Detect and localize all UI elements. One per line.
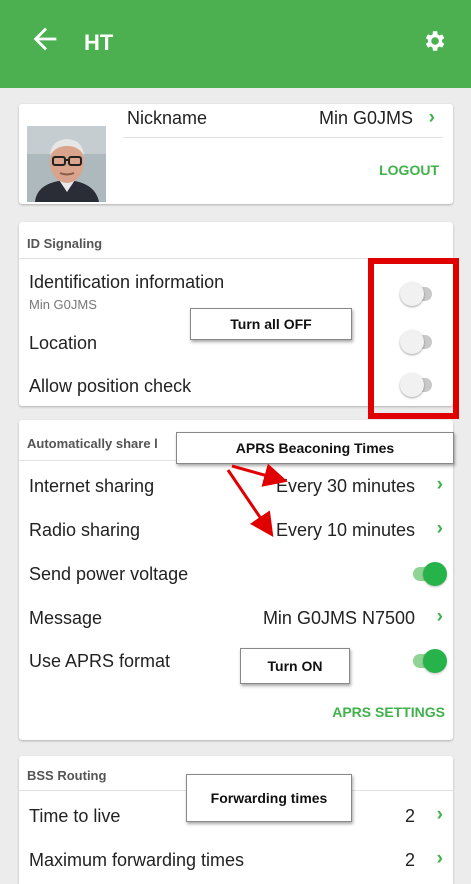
- location-label: Location: [29, 333, 98, 353]
- aprs-format-switch[interactable]: [411, 649, 447, 673]
- power-voltage-label: Send power voltage: [29, 564, 189, 584]
- back-arrow-icon[interactable]: [28, 22, 62, 56]
- chevron-right-icon[interactable]: ›: [437, 804, 443, 826]
- section-header-id-signaling: ID Signaling: [27, 236, 103, 251]
- page-title: HT: [84, 30, 114, 55]
- annotation-turn-all-off: Turn all OFF: [190, 308, 352, 340]
- message-label: Message: [29, 608, 103, 628]
- app-bar: HT: [0, 0, 471, 88]
- max-forwarding-value[interactable]: 2: [405, 850, 415, 871]
- max-forwarding-label: Maximum forwarding times: [29, 850, 245, 870]
- chevron-right-icon[interactable]: ›: [437, 518, 443, 540]
- chevron-right-icon[interactable]: ›: [437, 606, 443, 628]
- auto-share-card: Automatically share l Internet sharing E…: [19, 420, 453, 740]
- nickname-value[interactable]: Min G0JMS: [319, 108, 413, 129]
- avatar: [27, 126, 106, 202]
- chevron-right-icon[interactable]: ›: [437, 474, 443, 496]
- annotation-forwarding-times: Forwarding times: [186, 774, 352, 822]
- annotation-red-box: [368, 258, 459, 419]
- power-voltage-switch[interactable]: [411, 562, 447, 586]
- logout-button[interactable]: LOGOUT: [379, 162, 439, 178]
- aprs-format-label: Use APRS format: [29, 651, 171, 671]
- chevron-right-icon[interactable]: ›: [437, 848, 443, 870]
- internet-sharing-value[interactable]: Every 30 minutes: [276, 476, 415, 497]
- position-check-label: Allow position check: [29, 376, 192, 396]
- annotation-turn-on: Turn ON: [240, 648, 350, 684]
- radio-sharing-label: Radio sharing: [29, 520, 141, 540]
- time-to-live-value[interactable]: 2: [405, 806, 415, 827]
- nickname-label: Nickname: [127, 108, 208, 128]
- divider: [123, 137, 443, 138]
- radio-sharing-value[interactable]: Every 10 minutes: [276, 520, 415, 541]
- identification-label: Identification information: [29, 272, 225, 292]
- time-to-live-label: Time to live: [29, 806, 121, 826]
- internet-sharing-label: Internet sharing: [29, 476, 155, 496]
- annotation-aprs-times: APRS Beaconing Times: [176, 432, 454, 464]
- aprs-settings-button[interactable]: APRS SETTINGS: [332, 704, 445, 720]
- section-header-bss-routing: BSS Routing: [27, 768, 107, 783]
- chevron-right-icon[interactable]: ›: [429, 107, 435, 129]
- gear-icon[interactable]: [421, 28, 447, 54]
- section-header-auto-share: Automatically share l: [27, 436, 158, 451]
- identification-sub: Min G0JMS: [29, 297, 97, 312]
- profile-card: Nickname Min G0JMS › LOGOUT: [19, 104, 453, 204]
- message-value[interactable]: Min G0JMS N7500: [263, 608, 415, 629]
